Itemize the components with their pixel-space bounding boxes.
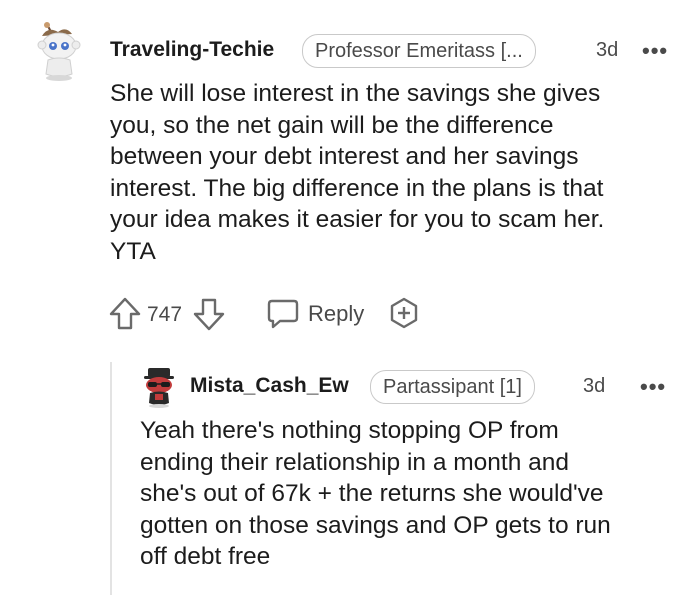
reply-body-line: gotten on those savings and OP gets to r… <box>140 511 611 539</box>
award-button[interactable] <box>387 296 421 330</box>
vote-score: 747 <box>147 303 183 326</box>
reply-user-flair: Partassipant [1] <box>370 370 535 404</box>
reply-body-line: off debt free <box>140 543 271 570</box>
reply-body-line: ending their relationship in a month and <box>140 448 570 476</box>
comment-body-line: you, so the net gain will be the differe… <box>110 111 554 139</box>
comment-body-line: YTA <box>110 237 156 265</box>
thread-line[interactable] <box>110 362 112 595</box>
award-icon <box>390 297 418 329</box>
snoo-avatar-icon[interactable] <box>34 20 84 82</box>
reply-timestamp: 3d <box>583 375 606 397</box>
reply-body-line: she's out of 67k + the returns she would… <box>140 480 604 507</box>
reply-username[interactable]: Mista_Cash_Ew <box>190 374 349 398</box>
comment-body-line: between your debt interest and her savin… <box>110 143 579 170</box>
comment-body-line: your idea makes it easier for you to sca… <box>110 206 605 233</box>
upvote-icon <box>109 297 141 330</box>
snoo-avatar-icon[interactable] <box>140 366 178 408</box>
reply-label: Reply <box>308 301 365 326</box>
comment-user-flair: Professor Emeritass [... <box>302 34 536 68</box>
comment-timestamp: 3d <box>596 39 619 61</box>
upvote-button[interactable] <box>108 296 142 332</box>
reply-button[interactable]: Reply <box>266 298 364 330</box>
comment-body-line: interest. The big difference in the plan… <box>110 174 604 202</box>
comment-username[interactable]: Traveling-Techie <box>110 38 274 62</box>
reply-body: Yeah there's nothing stopping OP from en… <box>140 415 695 573</box>
comment-body: She will lose interest in the savings sh… <box>110 78 690 267</box>
downvote-icon <box>193 298 225 331</box>
reply-body-line: Yeah there's nothing stopping OP from <box>140 417 559 444</box>
reply-bubble-icon <box>267 299 299 329</box>
downvote-button[interactable] <box>192 296 226 332</box>
reply-more-icon[interactable]: ••• <box>640 376 666 398</box>
comment-more-icon[interactable]: ••• <box>642 40 668 62</box>
comment-body-line: She will lose interest in the savings sh… <box>110 80 601 107</box>
